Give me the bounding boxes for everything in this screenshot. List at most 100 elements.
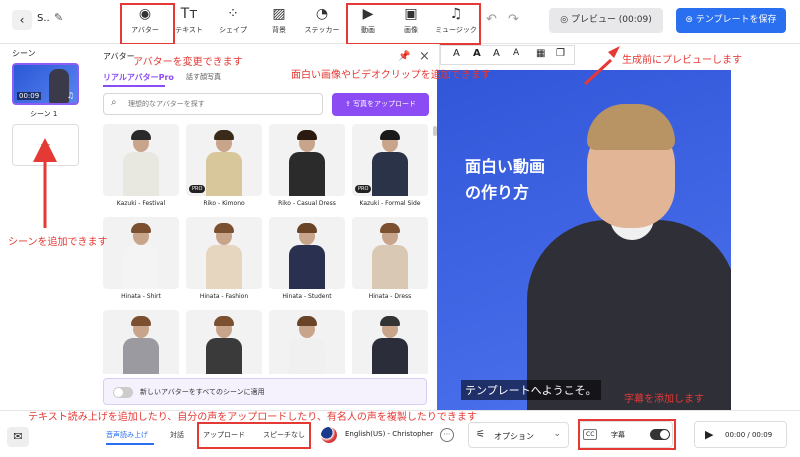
avatar-hair — [131, 223, 151, 233]
avatar-name: Riko - Casual Dress — [278, 200, 336, 207]
tool-sticker[interactable]: ◔ ステッカー — [300, 6, 344, 35]
scene-name: シーン 1 — [30, 110, 58, 118]
pro-badge: PRO — [355, 185, 372, 193]
tab-active-indicator — [103, 85, 165, 87]
font-style-a[interactable]: A — [453, 48, 460, 59]
avatar-card[interactable]: Hinata - Fashion — [186, 217, 262, 300]
undo-icon[interactable]: ↶ — [486, 12, 497, 27]
inbox-icon[interactable]: ✉ — [7, 427, 29, 447]
avatar-photo — [352, 217, 428, 289]
avatar-photo — [269, 124, 345, 196]
avatar-photo — [186, 310, 262, 374]
avatar-name: Kazuki - Festival — [116, 200, 166, 207]
play-icon[interactable]: ▶ — [705, 428, 713, 441]
avatar-hair — [214, 316, 234, 326]
apply-all-label: 新しいアバターをすべてのシーンに適用 — [140, 388, 265, 396]
edit-pencil-icon[interactable]: ✎ — [54, 11, 63, 24]
avatar-outfit — [289, 152, 325, 196]
scene-thumbnail[interactable]: 00:09 ♫ — [12, 63, 79, 105]
avatar-name: Hinata - Fashion — [199, 293, 249, 300]
avatar-outfit — [206, 338, 242, 374]
close-icon[interactable]: × — [419, 49, 430, 64]
avatar-hair — [380, 223, 400, 233]
avatar-photo — [352, 310, 428, 374]
play-control[interactable]: ▶ 00:00 / 00:09 — [694, 421, 787, 448]
avatar-card[interactable]: Hinata - Student — [269, 217, 345, 300]
music-note-icon: ♫ — [66, 91, 74, 100]
avatar-hair — [297, 316, 317, 326]
apply-all-toggle[interactable] — [113, 387, 133, 398]
add-scene-button[interactable]: + — [12, 124, 79, 166]
font-outline-a[interactable]: A — [493, 48, 500, 59]
avatar-outfit — [289, 245, 325, 289]
avatar-hair — [297, 223, 317, 233]
avatar-outfit — [372, 338, 408, 374]
save-template-button[interactable]: ⊜ テンプレートを保存 — [676, 8, 786, 33]
back-button[interactable]: ‹ — [12, 10, 32, 30]
tab-dialogue[interactable]: 対話 — [170, 430, 184, 440]
canvas-title-text[interactable]: 面白い動画の作り方 — [465, 154, 555, 206]
more-icon[interactable]: ⋯ — [440, 428, 454, 442]
preview-button[interactable]: ◎ プレビュー (00:09) — [549, 8, 663, 33]
caption-text[interactable]: テンプレートへようこそ。 — [461, 380, 601, 400]
avatar-photo — [103, 310, 179, 374]
avatar-photo — [186, 217, 262, 289]
avatar-highlight-box — [120, 3, 175, 45]
avatar-hair — [297, 130, 317, 140]
us-flag-icon — [321, 427, 337, 443]
avatar-name: Kazuki - Formal Side — [359, 200, 421, 207]
voice-selector[interactable]: English(US) - Christopher — [345, 430, 433, 438]
sliders-icon: ⚟ — [476, 429, 485, 440]
avatar-card[interactable]: Hinata - Dress — [352, 217, 428, 300]
upload-photo-button[interactable]: ⇪ 写真をアップロード — [332, 93, 429, 116]
avatar-outfit — [372, 152, 408, 196]
background-icon: ▨ — [272, 6, 286, 22]
apply-all-row[interactable]: 新しいアバターをすべてのシーンに適用 — [103, 378, 427, 405]
tab-real-avatar[interactable]: リアルアバターPro — [103, 72, 174, 83]
arrow-to-preview-head — [608, 46, 620, 58]
avatar-name: Hinata - Student — [282, 293, 332, 300]
options-dropdown[interactable]: ⚟ オプション ⌄ — [468, 422, 569, 448]
avatar-outfit — [123, 338, 159, 374]
pro-badge: PRO — [189, 185, 206, 193]
redo-icon[interactable]: ↷ — [508, 12, 519, 27]
tool-shape[interactable]: ⁘ シェイプ — [211, 6, 255, 35]
layer-icon[interactable]: ❐ — [556, 48, 565, 59]
avatar-card[interactable] — [269, 310, 345, 374]
avatar-card[interactable] — [352, 310, 428, 374]
shape-icon: ⁘ — [227, 6, 239, 22]
transparency-icon[interactable]: ▦ — [536, 48, 545, 59]
video-canvas[interactable]: 面白い動画の作り方 — [437, 70, 731, 410]
annotation-scene: シーンを追加できます — [8, 237, 108, 248]
tab-talking-photo[interactable]: 話す顔写真 — [186, 72, 221, 82]
avatar-card[interactable]: Kazuki - Festival — [103, 124, 179, 207]
tts-tab-indicator — [106, 443, 154, 445]
font-effect-a[interactable]: A — [513, 48, 519, 58]
avatar-photo — [269, 217, 345, 289]
avatar-card[interactable]: PRO Kazuki - Formal Side — [352, 124, 428, 207]
avatar-card[interactable] — [186, 310, 262, 374]
avatar-name: Hinata - Shirt — [121, 293, 161, 300]
sticker-icon: ◔ — [315, 6, 329, 22]
avatar-hair — [380, 130, 400, 140]
avatar-photo — [103, 124, 179, 196]
avatar-photo: PRO — [186, 124, 262, 196]
avatar-hair — [214, 130, 234, 140]
avatar-card[interactable] — [103, 310, 179, 374]
avatar-hair — [214, 223, 234, 233]
avatar-card[interactable]: Hinata - Shirt — [103, 217, 179, 300]
pin-icon[interactable]: 📌 — [398, 51, 410, 62]
font-bold-a[interactable]: A — [473, 48, 481, 59]
avatar-card[interactable]: PRO Riko - Kimono — [186, 124, 262, 207]
tool-background[interactable]: ▨ 背景 — [257, 6, 301, 35]
avatar-search[interactable]: ⌕ — [103, 93, 323, 115]
avatar-hair — [380, 316, 400, 326]
avatar-outfit — [289, 338, 325, 374]
search-icon: ⌕ — [111, 97, 117, 108]
playback-time: 00:00 / 00:09 — [725, 431, 773, 439]
project-title[interactable]: S.. — [37, 13, 50, 24]
search-input[interactable] — [128, 97, 318, 111]
tab-tts[interactable]: 音声読み上げ — [106, 430, 148, 440]
avatar-name: Hinata - Dress — [368, 293, 412, 300]
avatar-card[interactable]: Riko - Casual Dress — [269, 124, 345, 207]
